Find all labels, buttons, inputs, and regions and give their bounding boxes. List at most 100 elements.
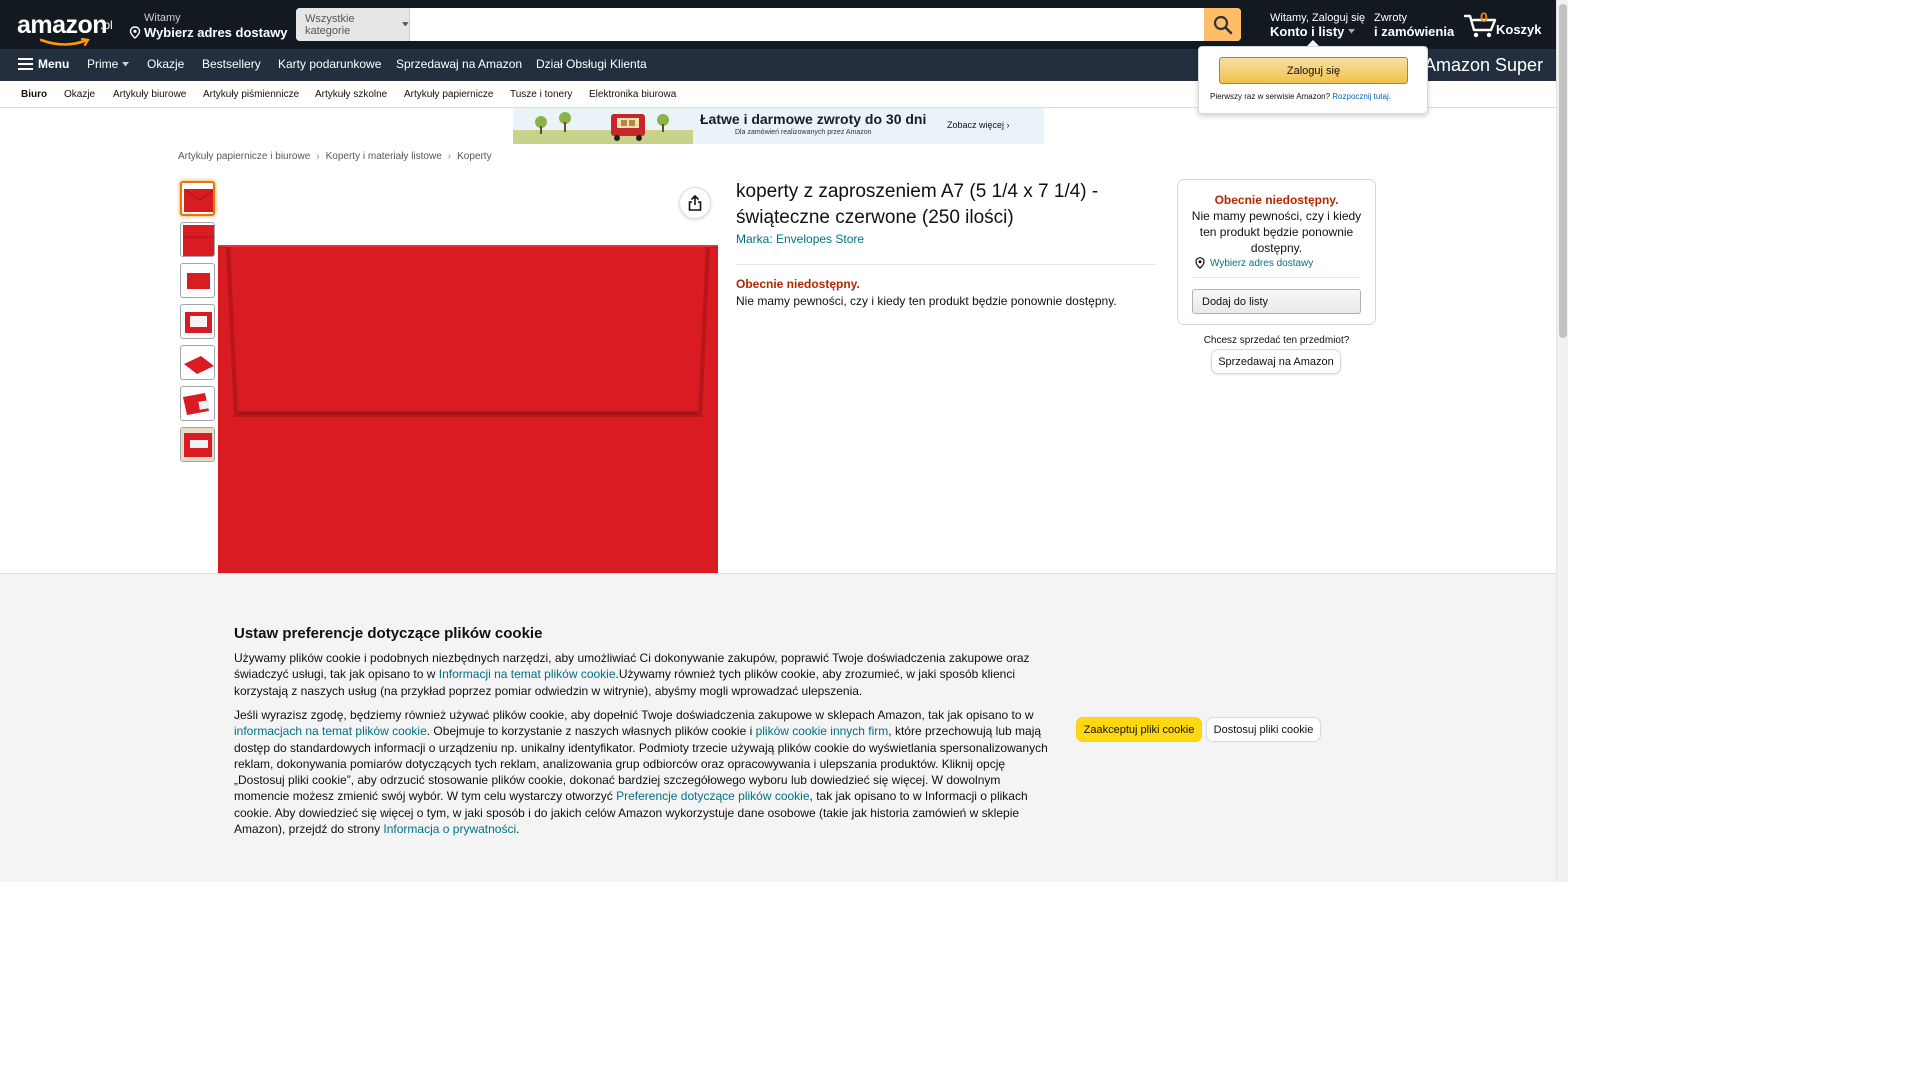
sell-on-amazon-button[interactable]: Sprzedawaj na Amazon xyxy=(1211,349,1341,374)
search-icon xyxy=(1213,15,1232,34)
availability-text: Nie mamy pewności, czy i kiedy ten produ… xyxy=(736,294,1117,308)
amazon-logo[interactable]: amazon .pl xyxy=(17,11,113,47)
buybox-availability-status: Obecnie niedostępny. xyxy=(1214,193,1339,207)
divider xyxy=(736,264,1156,265)
location-pin-icon xyxy=(1195,257,1205,269)
product-thumbnail[interactable] xyxy=(180,181,215,216)
deliver-to[interactable]: Witamy Wybierz adres dostawy xyxy=(129,12,288,40)
menu-label: Menu xyxy=(38,57,70,71)
subnav-item-office[interactable]: Biuro xyxy=(21,89,47,100)
page-scrollbar[interactable] xyxy=(1556,0,1568,882)
product-thumbnail[interactable] xyxy=(180,263,215,298)
hamburger-menu-button[interactable]: Menu xyxy=(18,57,69,71)
product-thumbnail[interactable] xyxy=(180,304,215,339)
nav-item-gift-cards[interactable]: Karty podarunkowe xyxy=(278,57,381,71)
cookie-title: Ustaw preferencje dotyczące plików cooki… xyxy=(234,625,543,642)
breadcrumb-item[interactable]: Koperty xyxy=(457,151,491,162)
nav-item-customer-service[interactable]: Dział Obsługi Klienta xyxy=(536,57,647,71)
main-product-image[interactable] xyxy=(218,245,718,585)
cookie-info-link[interactable]: Informacji na temat plików cookie xyxy=(439,667,616,681)
cookie-text: Jeśli wyrazisz zgodę, będziemy również u… xyxy=(234,708,1034,722)
add-to-list-button[interactable]: Dodaj do listy xyxy=(1192,289,1361,314)
thumbnail-envelope-image xyxy=(185,312,212,333)
product-title: koperty z zaproszeniem A7 (5 1/4 x 7 1/4… xyxy=(736,181,1099,228)
thumbnail-envelope-image xyxy=(181,428,214,461)
breadcrumb-separator: › xyxy=(316,151,320,162)
logo-text: amazon xyxy=(17,11,108,39)
nav-item-label: Prime xyxy=(87,57,119,71)
returns-banner[interactable]: Łatwe i darmowe zwroty do 30 dni Dla zam… xyxy=(513,108,1044,144)
account-label: Konto i listy xyxy=(1270,24,1345,39)
search-bar: Wszystkie kategorie xyxy=(296,8,1241,41)
cookie-info-link[interactable]: informacjach na temat plików cookie xyxy=(234,724,427,738)
cookie-paragraph-1: Używamy plików cookie i podobnych niezbę… xyxy=(234,650,1059,699)
banner-subtitle: Dla zamówień realizowanych przez Amazon xyxy=(735,129,872,136)
start-here-link[interactable]: Rozpocznij tutaj. xyxy=(1332,92,1391,101)
brand-link[interactable]: Marka: Envelopes Store xyxy=(736,232,864,246)
subnav-item-paper[interactable]: Artykuły papiernicze xyxy=(404,89,493,100)
customize-cookies-button[interactable]: Dostosuj pliki cookie xyxy=(1206,717,1321,742)
sell-question: Chcesz sprzedać ten przedmiot? xyxy=(1203,335,1350,346)
new-customer-question: Pierwszy raz w serwisie Amazon? xyxy=(1210,92,1331,101)
breadcrumb-separator: › xyxy=(447,151,452,162)
deliver-address: Wybierz adres dostawy xyxy=(144,25,288,40)
thumbnail-envelope-image xyxy=(183,188,213,212)
buybox-address-label: Wybierz adres dostawy xyxy=(1210,257,1314,269)
product-thumbnail[interactable] xyxy=(180,427,215,462)
accept-cookies-button[interactable]: Zaakceptuj pliki cookie xyxy=(1076,717,1202,742)
cookie-paragraph-2: Jeśli wyrazisz zgodę, będziemy również u… xyxy=(234,707,1059,837)
search-category-select[interactable]: Wszystkie kategorie xyxy=(296,8,410,41)
product-thumbnail[interactable] xyxy=(180,386,215,421)
cart-label: Koszyk xyxy=(1496,22,1542,37)
breadcrumb-item[interactable]: Artykuły papiernicze i biurowe xyxy=(178,151,310,162)
cookie-consent-panel: Ustaw preferencje dotyczące plików cooki… xyxy=(0,573,1556,882)
subnav-item-electronics[interactable]: Elektronika biurowa xyxy=(589,89,676,100)
banner-cta[interactable]: Zobacz więcej › xyxy=(947,120,1010,130)
divider xyxy=(1192,277,1360,278)
nav-item-deals[interactable]: Okazje xyxy=(147,57,184,71)
caret-down-icon xyxy=(122,61,130,66)
banner-illustration xyxy=(535,112,669,141)
new-customer-text: Pierwszy raz w serwisie Amazon? Rozpoczn… xyxy=(1210,92,1391,101)
thumbnail-envelope-image xyxy=(184,356,214,374)
returns-line2: i zamówienia xyxy=(1374,24,1455,39)
signin-popover: Zaloguj się Pierwszy raz w serwisie Amaz… xyxy=(1198,46,1428,114)
third-party-cookies-link[interactable]: plików cookie innych firm xyxy=(756,724,889,738)
thumbnail-envelope-image xyxy=(183,225,214,256)
subnav-item-ink[interactable]: Tusze i tonery xyxy=(510,89,572,100)
privacy-notice-link[interactable]: Informacja o prywatności xyxy=(383,822,516,836)
nav-promo[interactable]: Amazon Super xyxy=(1424,55,1543,76)
returns-orders[interactable]: Zwroty i zamówienia xyxy=(1374,12,1454,39)
subnav-item-office-supplies[interactable]: Artykuły biurowe xyxy=(113,89,186,100)
cart-count: 0 xyxy=(1480,9,1488,25)
buybox-address-link[interactable]: Wybierz adres dostawy xyxy=(1194,257,1313,269)
availability-status: Obecnie niedostępny. xyxy=(736,277,860,291)
scrollbar-thumb[interactable] xyxy=(1559,4,1567,338)
account-greeting: Witamy, Zaloguj się xyxy=(1270,12,1366,24)
search-input[interactable] xyxy=(410,8,1204,41)
signin-button[interactable]: Zaloguj się xyxy=(1219,57,1408,84)
subnav-item-writing[interactable]: Artykuły piśmiennicze xyxy=(203,89,299,100)
cookie-preferences-link[interactable]: Preferencje dotyczące plików cookie xyxy=(616,789,809,803)
account-menu[interactable]: Witamy, Zaloguj się Konto i listy xyxy=(1270,12,1365,39)
breadcrumb-item[interactable]: Koperty i materiały listowe xyxy=(326,151,442,162)
product-thumbnail[interactable] xyxy=(180,222,215,257)
search-button[interactable] xyxy=(1204,8,1241,41)
nav-item-sell[interactable]: Sprzedawaj na Amazon xyxy=(396,57,522,71)
product-thumbnail[interactable] xyxy=(180,345,215,380)
nav-item-prime[interactable]: Prime xyxy=(87,57,130,71)
share-button[interactable] xyxy=(679,187,711,219)
deliver-greeting: Witamy xyxy=(144,12,181,24)
subnav-item-deals[interactable]: Okazje xyxy=(64,89,95,100)
thumbnail-envelope-image xyxy=(187,273,210,289)
smile-arrow-icon xyxy=(39,38,90,47)
share-icon xyxy=(688,195,702,211)
page: amazon .pl Witamy Wybierz adres dostawy … xyxy=(0,0,1568,882)
nav-item-bestsellers[interactable]: Bestsellery xyxy=(202,57,261,71)
cookie-text: . Obejmuje to korzystanie z naszych włas… xyxy=(426,724,756,739)
breadcrumb: Artykuły papiernicze i biurowe › Koperty… xyxy=(178,151,492,162)
subnav-item-school[interactable]: Artykuły szkolne xyxy=(315,89,387,100)
hamburger-icon xyxy=(18,58,33,70)
cart-button[interactable]: 0 Koszyk xyxy=(1464,8,1544,42)
top-nav: amazon .pl Witamy Wybierz adres dostawy … xyxy=(0,0,1556,49)
